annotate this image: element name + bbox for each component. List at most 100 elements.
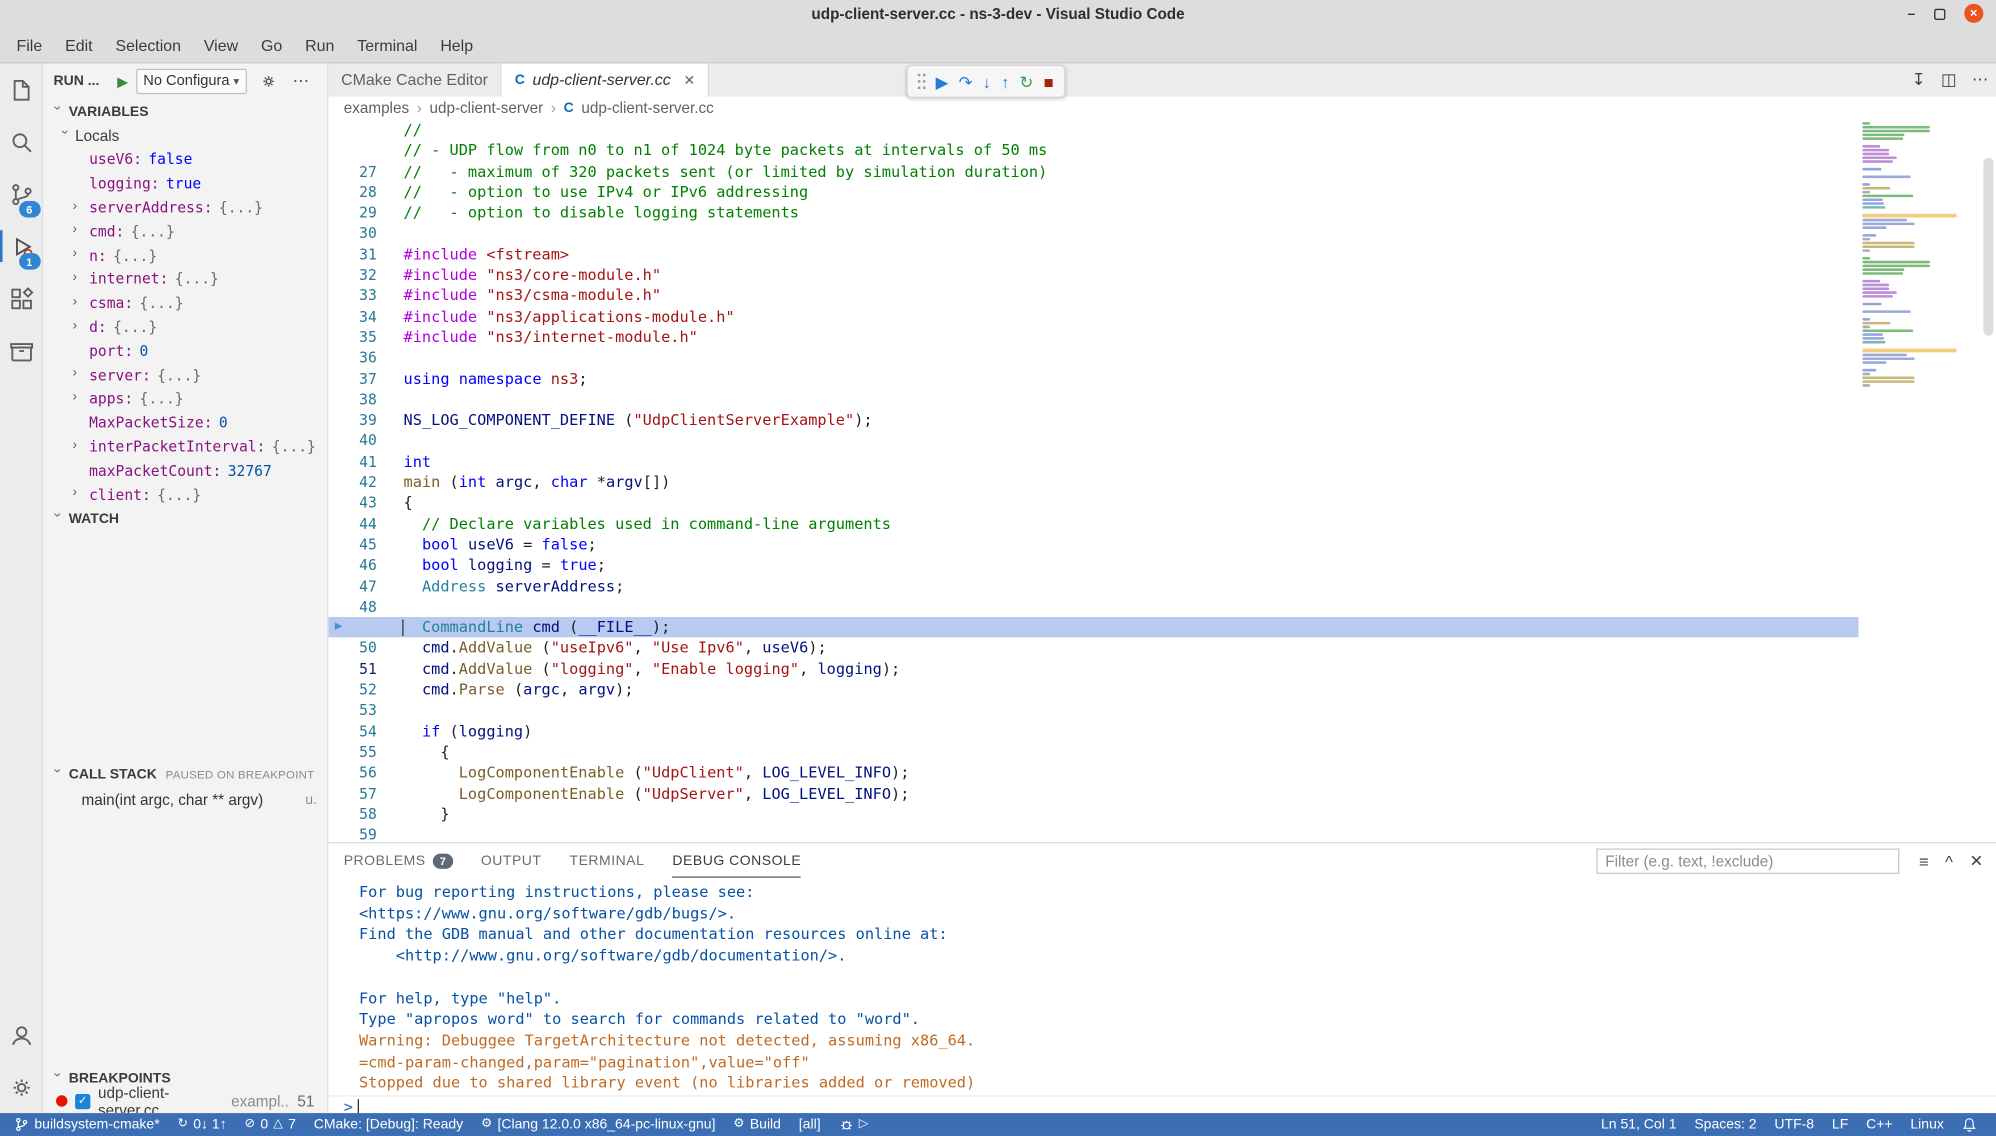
variable-row[interactable]: › internet: {...} [43,267,327,291]
menu-item[interactable]: Edit [54,32,104,60]
watch-section-header[interactable]: › WATCH [43,506,327,531]
minimize-button[interactable]: – [1908,6,1916,21]
code-line[interactable]: 34 #include "ns3/core-module.h" [328,265,1858,286]
menu-item[interactable]: Go [250,32,294,60]
code-line[interactable]: 52 cmd.AddValue ("useIpv6", "Use Ipv6", … [328,638,1858,659]
code-line[interactable]: 42 [328,431,1858,452]
code-line[interactable]: 40 [328,389,1858,410]
code-line[interactable]: 45 { [328,493,1858,514]
code-line[interactable]: 50 [328,596,1858,617]
indentation-item[interactable]: Spaces: 2 [1685,1113,1765,1136]
code-line[interactable]: 58 LogComponentEnable ("UdpClient", LOG_… [328,762,1858,783]
extensions-icon[interactable] [0,272,43,324]
variable-row[interactable]: › server: {...} [43,363,327,387]
variable-row[interactable]: › cmd: {...} [43,219,327,243]
os-item[interactable]: Linux [1901,1113,1952,1136]
code-line[interactable]: 47 bool useV6 = false; [328,534,1858,555]
code-editor[interactable]: 27 // 28 // - UDP flow from n0 to n1 of … [328,120,1858,843]
variable-row[interactable]: › logging: true [43,171,327,195]
split-editor-icon[interactable]: ◫ [1941,70,1957,90]
call-stack-section-header[interactable]: › CALL STACK PAUSED ON BREAKPOINT [43,762,327,787]
start-debug-icon[interactable]: ▶ [117,73,128,90]
code-line[interactable]: 60 } [328,804,1858,825]
stop-button[interactable]: ■ [1044,73,1054,90]
sync-changes-item[interactable]: ↻ 0↓ 1↑ [169,1113,236,1136]
code-line[interactable]: 57 { [328,742,1858,763]
code-line[interactable]: 36 #include "ns3/applications-module.h" [328,306,1858,327]
variables-section-header[interactable]: › VARIABLES [43,99,327,124]
code-line[interactable]: 59 LogComponentEnable ("UdpServer", LOG_… [328,783,1858,804]
variable-row[interactable]: › n: {...} [43,243,327,267]
restart-button[interactable]: ↻ [1020,73,1034,90]
tab-udp-client-server[interactable]: C udp-client-server.cc ✕ [502,64,709,97]
code-line[interactable]: 54 cmd.Parse (argc, argv); [328,679,1858,700]
code-line[interactable]: 56 if (logging) [328,721,1858,742]
breadcrumb-file[interactable]: udp-client-server.cc [581,99,713,117]
close-tab-icon[interactable]: ✕ [683,72,695,89]
explorer-icon[interactable] [0,64,43,116]
cmake-build-button[interactable]: ⚙ Build [724,1113,789,1136]
search-icon[interactable] [0,116,43,168]
run-and-debug-icon[interactable]: 1 [0,220,43,272]
variable-row[interactable]: › interPacketInterval: {...} [43,435,327,459]
clear-console-icon[interactable]: ≡ [1919,852,1929,871]
code-line[interactable]: 41 NS_LOG_COMPONENT_DEFINE ("UdpClientSe… [328,410,1858,431]
code-line[interactable]: 46 // Declare variables used in command-… [328,513,1858,534]
close-button[interactable]: ✕ [1964,4,1983,23]
debug-configuration-dropdown[interactable]: No Configura ▾ [136,69,247,94]
variable-row[interactable]: › csma: {...} [43,291,327,315]
step-into-button[interactable]: ↓ [983,73,991,90]
breakpoint-checkbox[interactable]: ✓ [75,1093,90,1108]
step-out-button[interactable]: ↑ [1001,73,1009,90]
code-line[interactable]: 48 bool logging = true; [328,555,1858,576]
git-branch-item[interactable]: buildsystem-cmake* [5,1113,168,1136]
code-line[interactable]: 29 // - maximum of 320 packets sent (or … [328,161,1858,182]
notifications-bell-icon[interactable] [1953,1113,1986,1136]
source-control-icon[interactable]: 6 [0,168,43,220]
settings-gear-icon[interactable] [0,1061,43,1113]
account-icon[interactable] [0,1009,43,1061]
tab-terminal[interactable]: TERMINAL [570,845,645,878]
variable-row[interactable]: › MaxPacketSize: 0 [43,411,327,435]
minimap[interactable] [1859,120,1961,395]
code-line[interactable]: 33 #include <fstream> [328,244,1858,265]
language-mode-item[interactable]: C++ [1857,1113,1901,1136]
menu-item[interactable]: Terminal [346,32,429,60]
variable-row[interactable]: › maxPacketCount: 32767 [43,458,327,482]
cursor-position-item[interactable]: Ln 51, Col 1 [1592,1113,1685,1136]
stack-frame-row[interactable]: main(int argc, char ** argv) u. [43,787,327,811]
breadcrumb-folder[interactable]: udp-client-server [429,99,543,117]
code-line[interactable]: 27 // [328,120,1858,141]
package-icon[interactable] [0,324,43,376]
variables-scope-locals[interactable]: › Locals [43,123,327,147]
close-panel-icon[interactable]: ✕ [1969,851,1983,871]
variable-row[interactable]: › apps: {...} [43,387,327,411]
tab-output[interactable]: OUTPUT [481,845,542,878]
variable-row[interactable]: › d: {...} [43,315,327,339]
code-line[interactable]: 51 CommandLine cmd (__FILE__); [328,617,1858,638]
variable-row[interactable]: › port: 0 [43,339,327,363]
menu-item[interactable]: Run [294,32,346,60]
encoding-item[interactable]: UTF-8 [1766,1113,1824,1136]
code-line[interactable]: 32 [328,223,1858,244]
maximize-button[interactable]: ▢ [1933,5,1946,22]
menu-item[interactable]: File [5,32,54,60]
step-over-button[interactable]: ↷ [959,73,973,90]
code-line[interactable]: 28 // - UDP flow from n0 to n1 of 1024 b… [328,140,1858,161]
debug-settings-gear-icon[interactable] [259,73,277,91]
editor-scrollbar[interactable] [1983,158,1993,336]
cmake-kit-item[interactable]: ⚙ [Clang 12.0.0 x86_64-pc-linux-gnu] [472,1113,724,1136]
tab-debug-console[interactable]: DEBUG CONSOLE [672,845,801,878]
breadcrumb-folder[interactable]: examples [344,99,409,117]
code-line[interactable]: 37 #include "ns3/internet-module.h" [328,327,1858,348]
code-line[interactable]: 30 // - option to use IPv4 or IPv6 addre… [328,182,1858,203]
code-line[interactable]: 61 [328,824,1858,842]
eol-item[interactable]: LF [1823,1113,1857,1136]
tab-cmake-cache-editor[interactable]: CMake Cache Editor [328,64,502,97]
code-line[interactable]: 44 main (int argc, char *argv[]) [328,472,1858,493]
drag-handle-icon[interactable] [918,74,926,89]
tab-problems[interactable]: PROBLEMS 7 [344,845,453,878]
code-line[interactable]: 43 int [328,451,1858,472]
debug-launch-item[interactable]: ▷ [829,1113,877,1136]
menu-item[interactable]: Selection [104,32,192,60]
